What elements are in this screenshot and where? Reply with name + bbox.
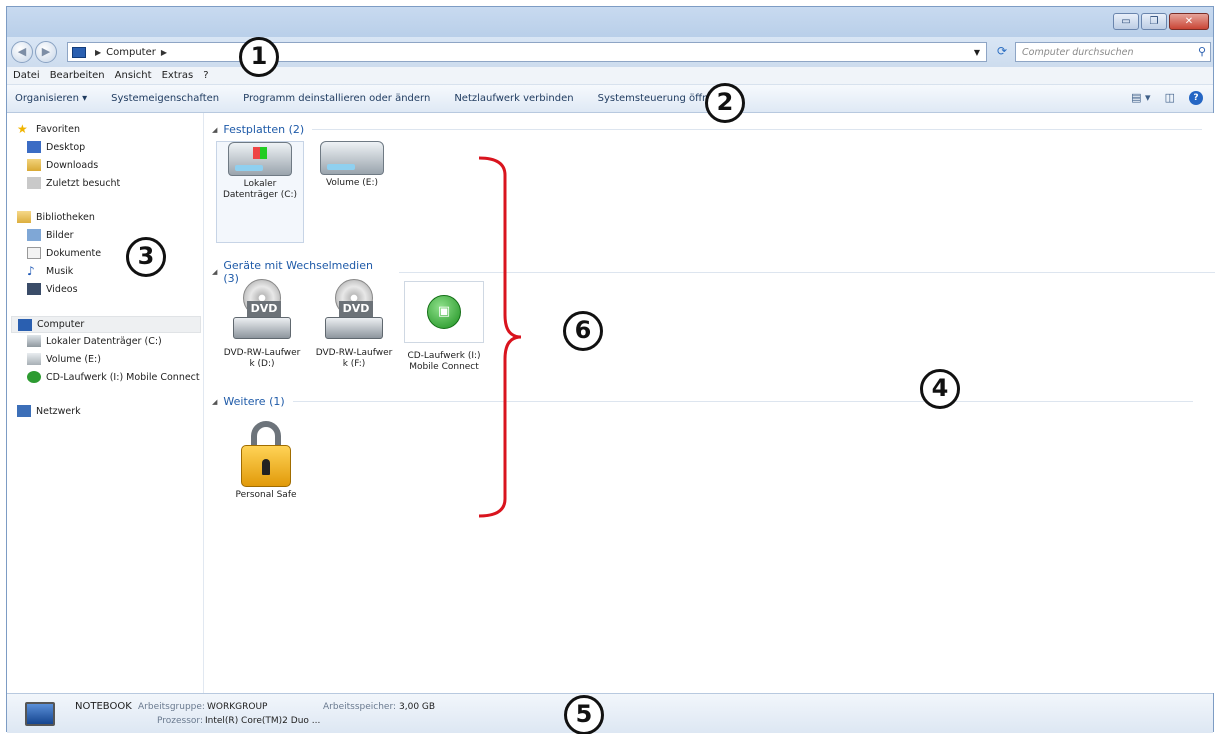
navigation-pane: ★ Favoriten Desktop Downloads Zuletzt be… [7,113,204,693]
hard-drive-icon [228,142,292,176]
drive-e-tile[interactable]: Volume (E:) [308,141,396,243]
nav-network[interactable]: Netzwerk [17,405,81,417]
music-note-icon: ♪ [27,264,35,278]
nav-videos[interactable]: Videos [27,283,78,295]
memory-label: Arbeitsspeicher: [323,702,397,712]
search-input[interactable]: Computer durchsuchen ⚲ [1015,42,1211,62]
menu-ansicht[interactable]: Ansicht [115,70,152,81]
hard-drive-icon [27,353,41,365]
annotation-6: 6 [563,311,603,351]
nav-drive-i[interactable]: CD-Laufwerk (I:) Mobile Connect [27,371,200,383]
cpu-value: Intel(R) Core(TM)2 Duo ... [205,716,321,726]
refresh-icon[interactable]: ⟳ [991,42,1013,62]
group-header-hdd[interactable]: ◢ Festplatten (2) [212,123,1203,136]
annotation-3: 3 [126,237,166,277]
collapse-triangle-icon[interactable]: ◢ [212,268,217,276]
menu-help[interactable]: ? [203,70,208,81]
close-button[interactable]: ✕ [1169,13,1209,30]
dvd-drive-f-tile[interactable]: DVD DVD-RW-Laufwer k (F:) [310,279,398,389]
mobile-connect-icon: ▣ [404,281,484,343]
open-control-panel-button[interactable]: Systemsteuerung öffnen [598,93,721,104]
hard-drive-icon [320,141,384,175]
drive-c-tile[interactable]: Lokaler Datenträger (C:) [216,141,304,243]
uninstall-program-button[interactable]: Programm deinstallieren oder ändern [243,93,430,104]
dvd-drive-d-tile[interactable]: DVD DVD-RW-Laufwer k (D:) [218,279,306,389]
title-bar: ▭ ❐ ✕ [7,7,1213,37]
forward-button[interactable]: ▶ [35,41,57,63]
breadcrumb-computer[interactable]: Computer [106,47,156,58]
breadcrumb-chevron-icon[interactable]: ▶ [95,48,101,57]
nav-documents[interactable]: Dokumente [27,247,101,259]
libraries-icon [17,211,31,223]
annotation-5: 5 [564,695,604,734]
address-row: ◀ ▶ ▶ Computer ▶ ▼ ⟳ Computer durchsuche… [7,37,1213,67]
menu-bearbeiten[interactable]: Bearbeiten [50,70,105,81]
back-button[interactable]: ◀ [11,41,33,63]
network-icon [17,405,31,417]
dvd-drive-icon: DVD [233,279,291,345]
desktop-icon [27,141,41,153]
star-icon: ★ [17,122,28,136]
nav-recent[interactable]: Zuletzt besucht [27,177,120,189]
nav-favorites[interactable]: ★ Favoriten [17,123,80,135]
downloads-folder-icon [27,159,41,171]
search-icon[interactable]: ⚲ [1198,45,1206,58]
command-bar: Organisieren ▾ Systemeigenschaften Progr… [7,85,1213,113]
nav-pictures[interactable]: Bilder [27,229,74,241]
view-options-icon[interactable]: ▤ ▾ [1131,91,1150,105]
nav-drive-c[interactable]: Lokaler Datenträger (C:) [27,335,162,347]
nav-downloads[interactable]: Downloads [27,159,98,171]
computer-icon [18,318,32,331]
annotation-2: 2 [705,83,745,123]
videos-icon [27,283,41,295]
organize-button[interactable]: Organisieren ▾ [15,93,87,104]
details-pane: NOTEBOOK Arbeitsgruppe: WORKGROUP Arbeit… [7,693,1213,733]
hard-drive-icon [27,335,41,347]
workgroup-value: WORKGROUP [207,702,268,712]
nav-desktop[interactable]: Desktop [27,141,85,153]
nav-libraries[interactable]: Bibliotheken [17,211,95,223]
content-pane: ◢ Festplatten (2) Lokaler Datenträger (C… [204,113,1215,693]
padlock-icon [241,421,291,487]
collapse-triangle-icon[interactable]: ◢ [212,398,217,406]
search-placeholder: Computer durchsuchen [1022,46,1134,58]
documents-icon [27,247,41,259]
preview-pane-icon[interactable]: ◫ [1165,91,1175,105]
menu-bar: Datei Bearbeiten Ansicht Extras ? [7,67,1213,85]
workgroup-label: Arbeitsgruppe: [138,702,205,712]
help-icon[interactable]: ? [1189,91,1203,105]
cpu-label: Prozessor: [157,716,203,726]
personal-safe-tile[interactable]: Personal Safe [222,421,310,513]
nav-computer[interactable]: Computer [11,316,201,333]
dvd-drive-icon: DVD [325,279,383,345]
address-bar[interactable]: ▶ Computer ▶ ▼ [67,42,987,62]
annotation-1: 1 [239,37,279,77]
menu-extras[interactable]: Extras [162,70,194,81]
windows-logo-icon [253,147,267,159]
map-network-drive-button[interactable]: Netzlaufwerk verbinden [454,93,573,104]
recent-places-icon [27,177,41,189]
system-properties-button[interactable]: Systemeigenschaften [111,93,219,104]
breadcrumb-chevron-icon[interactable]: ▶ [161,48,167,57]
history-dropdown-icon[interactable]: ▼ [974,48,980,57]
group-divider [292,401,1193,402]
group-divider [312,129,1203,130]
mobile-connect-icon [27,371,41,383]
annotation-brace [478,156,522,518]
computer-icon [72,46,86,58]
nav-music[interactable]: ♪ Musik [27,265,73,277]
minimize-button[interactable]: ▭ [1113,13,1139,30]
computer-name: NOTEBOOK [75,701,132,712]
explorer-window: ▭ ❐ ✕ ◀ ▶ ▶ Computer ▶ ▼ ⟳ Computer durc… [6,6,1215,734]
maximize-button[interactable]: ❐ [1141,13,1167,30]
collapse-triangle-icon[interactable]: ◢ [212,126,217,134]
menu-datei[interactable]: Datei [13,70,40,81]
nav-drive-e[interactable]: Volume (E:) [27,353,101,365]
memory-value: 3,00 GB [399,702,436,712]
annotation-4: 4 [920,369,960,409]
pictures-icon [27,229,41,241]
group-header-other[interactable]: ◢ Weitere (1) [212,395,1193,408]
computer-monitor-icon [25,702,55,726]
cd-drive-i-tile[interactable]: ▣ CD-Laufwerk (I:) Mobile Connect [400,281,488,391]
